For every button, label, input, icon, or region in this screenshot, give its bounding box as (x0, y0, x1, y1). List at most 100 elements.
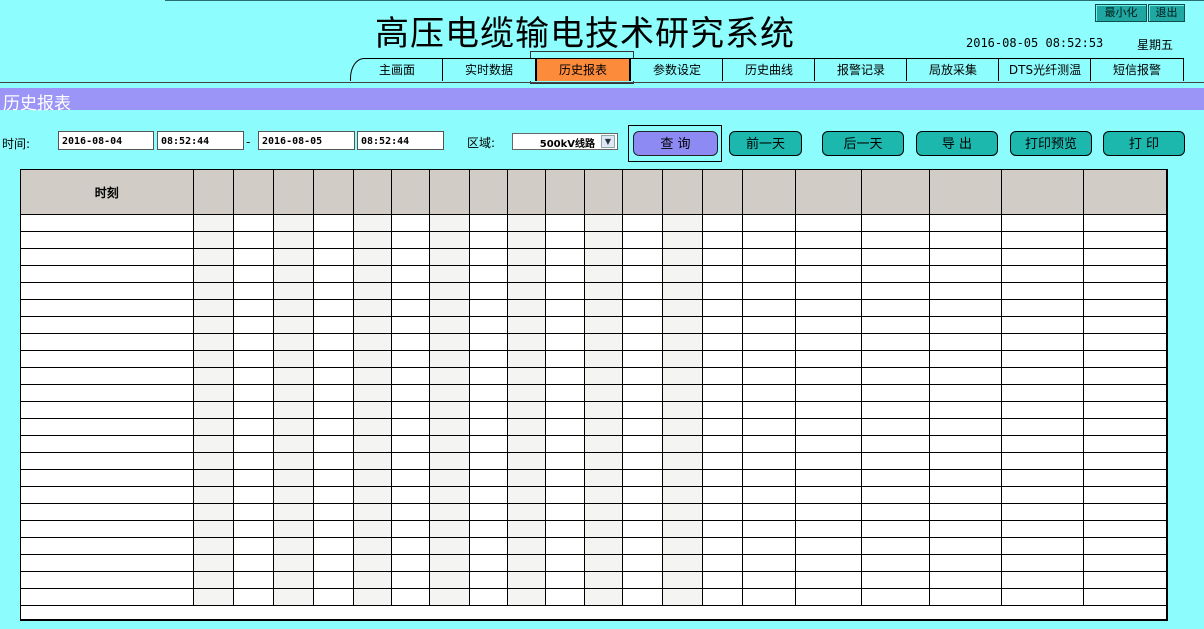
tab-parameter-settings[interactable]: 参数设定 (630, 58, 724, 81)
table-cell (929, 537, 1002, 555)
table-cell (795, 299, 862, 317)
table-cell (313, 486, 354, 504)
table-cell (662, 231, 703, 249)
table-cell (702, 469, 743, 487)
table-cell (1001, 333, 1084, 351)
next-day-button[interactable]: 后一天 (822, 131, 904, 156)
table-cell (584, 486, 623, 504)
table-cell (929, 265, 1002, 283)
table-cell (193, 231, 234, 249)
table-cell (1083, 214, 1166, 232)
print-preview-button[interactable]: 打印预览 (1010, 131, 1092, 156)
table-cell (273, 588, 314, 606)
table-cell (469, 503, 508, 521)
table-cell (507, 418, 546, 436)
table-cell (929, 452, 1002, 470)
end-date-field[interactable]: 2016-08-05 (258, 131, 355, 150)
column-header (233, 170, 274, 215)
table-cell (622, 588, 663, 606)
current-datetime: 2016-08-05 08:52:53 (966, 36, 1104, 50)
table-cell (313, 384, 354, 402)
table-row (21, 316, 1166, 334)
table-cell (313, 248, 354, 266)
table-cell (429, 282, 470, 300)
table-cell (742, 554, 796, 572)
start-date-field[interactable]: 2016-08-04 (58, 131, 154, 150)
table-cell (861, 248, 930, 266)
table-cell (507, 231, 546, 249)
table-cell (429, 248, 470, 266)
table-cell (193, 248, 234, 266)
table-cell (21, 571, 194, 589)
table-cell (742, 231, 796, 249)
tab-realtime-data[interactable]: 实时数据 (442, 58, 536, 81)
table-cell (861, 401, 930, 419)
query-button[interactable]: 查 询 (633, 131, 718, 156)
table-cell (929, 418, 1002, 436)
table-cell (1083, 316, 1166, 334)
table-cell (662, 435, 703, 453)
table-cell (353, 452, 392, 470)
table-cell (313, 401, 354, 419)
table-cell (622, 486, 663, 504)
exit-button[interactable]: 退出 (1148, 4, 1185, 22)
table-cell (507, 367, 546, 385)
table-cell (584, 316, 623, 334)
tab-alarm-records[interactable]: 报警记录 (814, 58, 908, 81)
end-time-field[interactable]: 08:52:44 (357, 131, 444, 150)
table-cell (193, 452, 234, 470)
tab-pd-acquisition[interactable]: 局放采集 (906, 58, 1000, 81)
print-button[interactable]: 打 印 (1103, 131, 1185, 156)
chevron-down-icon[interactable]: ▼ (601, 135, 615, 148)
table-cell (233, 486, 274, 504)
table-cell (702, 503, 743, 521)
table-cell (429, 503, 470, 521)
table-cell (545, 265, 585, 283)
table-cell (1001, 282, 1084, 300)
table-cell (429, 554, 470, 572)
table-cell (391, 503, 430, 521)
table-cell (469, 401, 508, 419)
table-cell (584, 571, 623, 589)
tab-main-screen[interactable]: 主画面 (350, 58, 444, 81)
table-cell (584, 588, 623, 606)
table-cell (1083, 554, 1166, 572)
table-row (21, 333, 1166, 351)
column-header (313, 170, 354, 215)
column-header (702, 170, 743, 215)
start-time-field[interactable]: 08:52:44 (157, 131, 244, 150)
tab-history-curve[interactable]: 历史曲线 (722, 58, 816, 81)
table-cell (702, 435, 743, 453)
table-cell (545, 486, 585, 504)
table-cell (861, 418, 930, 436)
table-cell (273, 486, 314, 504)
table-cell (313, 452, 354, 470)
table-cell (1083, 452, 1166, 470)
table-cell (795, 265, 862, 283)
table-cell (429, 316, 470, 334)
time-label: 时间: (2, 137, 31, 151)
tab-history-report[interactable]: 历史报表 (536, 58, 630, 81)
table-cell (662, 537, 703, 555)
table-cell (313, 231, 354, 249)
table-cell (233, 571, 274, 589)
prev-day-button[interactable]: 前一天 (729, 131, 802, 156)
table-cell (929, 384, 1002, 402)
tab-dts-temperature[interactable]: DTS光纤测温 (998, 58, 1092, 81)
table-cell (622, 299, 663, 317)
table-cell (1083, 282, 1166, 300)
app-title: 高压电缆输电技术研究系统 (375, 14, 795, 54)
table-cell (929, 316, 1002, 334)
table-cell (795, 401, 862, 419)
table-row (21, 214, 1166, 232)
table-cell (795, 384, 862, 402)
tab-sms-alarm[interactable]: 短信报警 (1090, 58, 1184, 81)
table-cell (742, 452, 796, 470)
table-cell (795, 537, 862, 555)
export-button[interactable]: 导 出 (916, 131, 998, 156)
table-cell (861, 571, 930, 589)
minimize-button[interactable]: 最小化 (1095, 4, 1147, 22)
table-cell (545, 367, 585, 385)
zone-select[interactable]: 500kV线路 ▼ (512, 133, 618, 150)
table-cell (193, 214, 234, 232)
